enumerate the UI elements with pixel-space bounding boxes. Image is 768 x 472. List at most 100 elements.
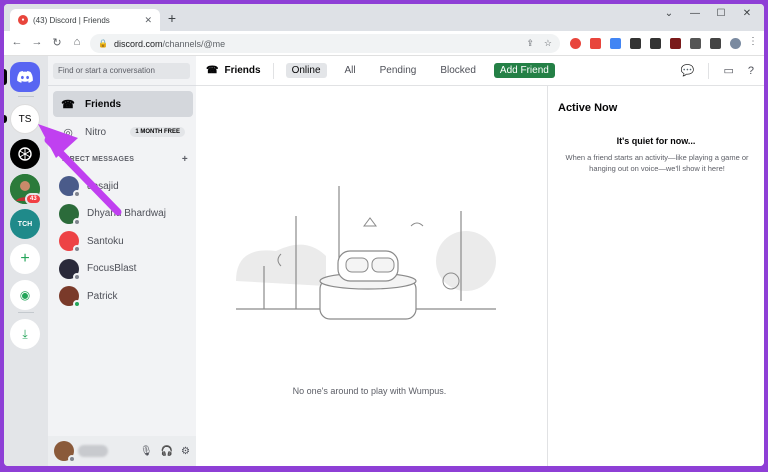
new-tab-icon[interactable]: +	[164, 10, 180, 26]
dm-name: Santoku	[87, 235, 124, 247]
dm-name: Patrick	[87, 290, 118, 302]
discord-logo-icon	[17, 71, 33, 83]
minimize-icon[interactable]: —	[686, 8, 704, 19]
extension-icon[interactable]	[610, 38, 621, 49]
menu-dots-icon[interactable]: ⋮	[748, 36, 759, 47]
status-indicator	[73, 190, 81, 198]
settings-gear-icon[interactable]: ⚙	[181, 446, 190, 457]
dm-item[interactable]: Santoku	[53, 228, 193, 254]
status-indicator	[73, 245, 81, 253]
nitro-badge: 1 MONTH FREE	[130, 127, 185, 137]
dm-header-label: DIRECT MESSAGES	[62, 156, 135, 163]
new-group-dm-icon[interactable]: 💬	[681, 64, 695, 77]
headphones-icon[interactable]: 🎧	[161, 446, 173, 457]
active-now-description: When a friend starts an activity—like pl…	[565, 153, 749, 173]
discord-app: TS 43 TCH + ◉ ⤓ Find or start a conversa…	[4, 56, 764, 466]
forward-icon[interactable]: →	[30, 36, 44, 48]
lock-icon: 🔒	[98, 39, 108, 48]
server-ts-label: TS	[18, 113, 32, 125]
friends-tabs: Online All Pending Blocked	[285, 63, 494, 78]
dm-item[interactable]: Dhyanu Bhardwaj	[53, 201, 193, 227]
tab-bar: ● (43) Discord | Friends ✕ + ⌄ — ☐ ✕	[4, 4, 764, 31]
dm-name: desajid	[87, 180, 119, 192]
extension-icon[interactable]	[650, 38, 661, 49]
add-friend-button[interactable]: Add Friend	[493, 63, 555, 78]
chevron-down-icon[interactable]: ⌄	[660, 8, 678, 19]
extension-icon[interactable]	[630, 38, 641, 49]
nav-nitro[interactable]: ◎ Nitro 1 MONTH FREE	[53, 119, 193, 145]
profile-avatar[interactable]	[730, 38, 741, 49]
discord-home-button[interactable]	[10, 62, 40, 92]
extension-icon[interactable]	[670, 38, 681, 49]
help-icon[interactable]: ?	[748, 65, 754, 77]
opera-extension-icon[interactable]	[570, 38, 581, 49]
unread-pill	[4, 115, 7, 123]
plus-icon: +	[20, 250, 30, 267]
reload-icon[interactable]: ↻	[50, 36, 64, 49]
dm-avatar	[59, 203, 81, 226]
dm-item[interactable]: FocusBlast	[53, 256, 193, 282]
tab-all[interactable]: All	[339, 63, 362, 78]
address-bar[interactable]: 🔒 discord.com /channels/@me ⇪ ☆	[90, 34, 560, 53]
dm-sidebar: Find or start a conversation ☎ Friends ◎…	[48, 56, 196, 466]
bookmark-star-icon[interactable]: ☆	[544, 38, 552, 49]
user-avatar[interactable]	[54, 441, 76, 463]
server-chatgpt[interactable]	[10, 139, 40, 169]
tab-blocked[interactable]: Blocked	[434, 63, 482, 78]
wumpus-illustration	[236, 186, 496, 320]
friends-title-label: Friends	[224, 65, 261, 76]
dm-name: FocusBlast	[87, 263, 137, 274]
browser-toolbar: ← → ↻ ⌂ 🔒 discord.com /channels/@me ⇪ ☆ …	[4, 31, 764, 56]
explore-servers-button[interactable]: ◉	[10, 280, 40, 310]
friends-icon: ☎	[61, 98, 75, 111]
username-blurred	[78, 445, 108, 457]
add-server-button[interactable]: +	[10, 244, 40, 274]
dm-item[interactable]: Patrick	[53, 283, 193, 309]
download-apps-button[interactable]: ⤓	[10, 319, 40, 349]
discord-favicon-icon: ●	[18, 15, 28, 25]
mute-icon[interactable]: 🎙	[140, 446, 153, 457]
nitro-icon: ◎	[63, 126, 73, 139]
empty-state: No one's around to play with Wumpus.	[196, 86, 543, 466]
status-indicator	[73, 272, 81, 281]
dm-avatar	[59, 286, 81, 308]
browser-tab[interactable]: ● (43) Discord | Friends ✕	[10, 9, 160, 31]
close-tab-icon[interactable]: ✕	[144, 15, 152, 26]
guild-sidebar: TS 43 TCH + ◉ ⤓	[4, 56, 48, 466]
compass-icon: ◉	[19, 288, 31, 302]
guild-separator	[18, 312, 34, 313]
puzzle-icon[interactable]	[690, 38, 701, 49]
divider	[48, 85, 196, 86]
home-icon[interactable]: ⌂	[70, 36, 84, 48]
url-path: /channels/@me	[162, 38, 226, 49]
sidebar-icon[interactable]	[710, 38, 721, 49]
friends-title: ☎ Friends	[206, 65, 261, 76]
active-now-quiet: It's quiet for now...	[616, 136, 696, 146]
nav-friends-label: Friends	[85, 98, 122, 110]
dm-item[interactable]: desajid	[53, 173, 193, 199]
nav-nitro-label: Nitro	[85, 126, 107, 138]
download-icon: ⤓	[22, 326, 28, 341]
guild-separator	[18, 96, 34, 97]
share-icon[interactable]: ⇪	[526, 38, 534, 49]
browser-window: ● (43) Discord | Friends ✕ + ⌄ — ☐ ✕ ← →…	[4, 4, 764, 466]
tab-pending[interactable]: Pending	[374, 63, 423, 78]
inbox-icon[interactable]: ▭	[723, 64, 733, 77]
active-now-panel: Active Now It's quiet for now... When a …	[547, 86, 764, 466]
conversation-search-input[interactable]: Find or start a conversation	[53, 63, 190, 79]
status-indicator	[68, 455, 76, 463]
dm-avatar	[59, 231, 81, 253]
maximize-icon[interactable]: ☐	[712, 8, 730, 19]
server-tch-label: TCH	[17, 220, 33, 228]
server-ts[interactable]: TS	[10, 104, 40, 134]
create-dm-plus-icon[interactable]: +	[182, 154, 188, 165]
main-content: ☎ Friends Online All Pending Blocked Add Fr…	[196, 56, 764, 466]
server-tch[interactable]: TCH	[10, 209, 40, 239]
nav-friends[interactable]: ☎ Friends	[53, 91, 193, 117]
back-icon[interactable]: ←	[10, 36, 24, 48]
active-now-title: Active Now	[558, 102, 618, 114]
close-window-icon[interactable]: ✕	[738, 8, 756, 19]
pocket-extension-icon[interactable]	[590, 38, 601, 49]
divider	[272, 62, 274, 79]
tab-online[interactable]: Online	[285, 63, 327, 78]
